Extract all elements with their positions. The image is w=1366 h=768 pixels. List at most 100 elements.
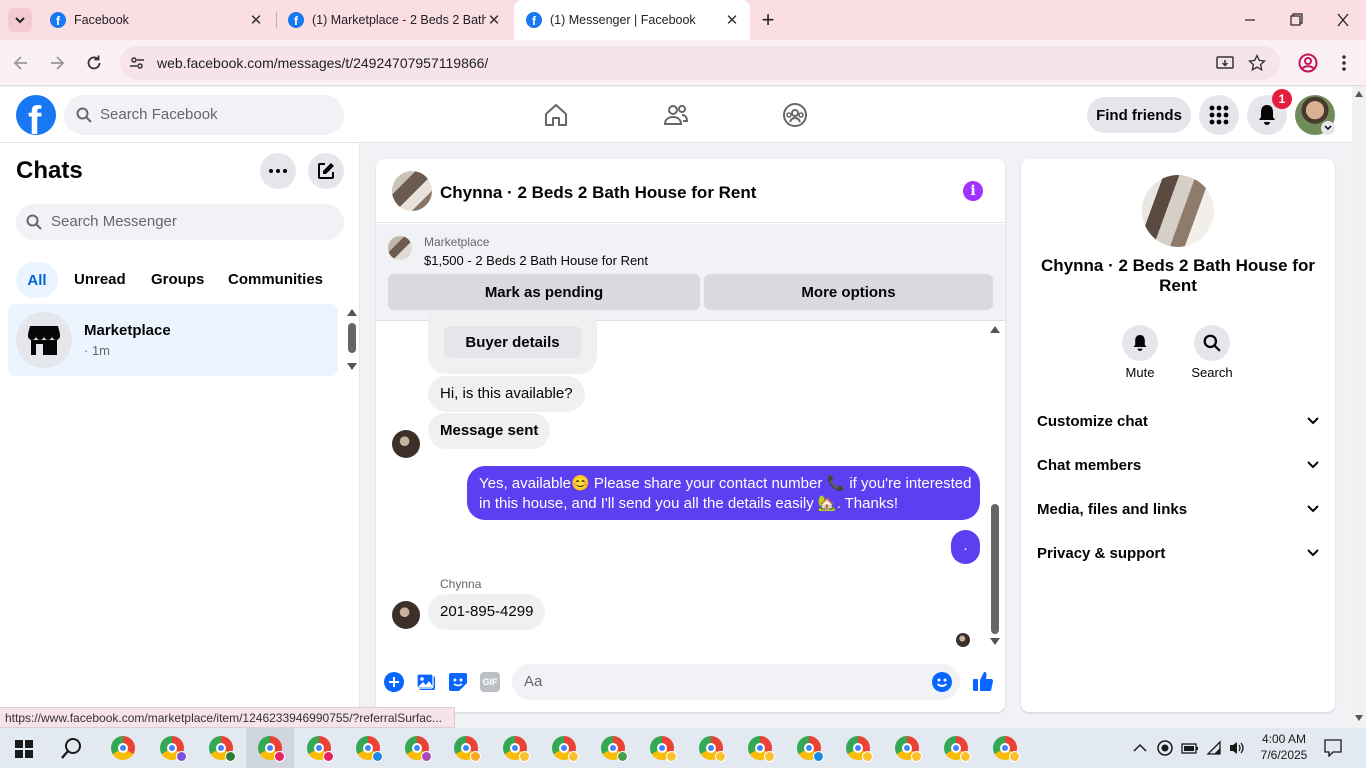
filter-communities[interactable]: Communities <box>228 271 323 288</box>
chrome-profile-icon[interactable] <box>503 736 530 762</box>
chrome-profile-icon[interactable] <box>895 736 922 762</box>
chrome-profile-icon[interactable] <box>699 736 726 762</box>
chrome-profile-icon[interactable] <box>307 736 334 762</box>
filter-all[interactable]: All <box>16 262 58 298</box>
install-app-icon[interactable] <box>1216 54 1234 72</box>
menu-button[interactable] <box>1199 95 1239 135</box>
more-options-button[interactable]: More options <box>704 274 993 310</box>
chrome-profile-icon[interactable] <box>797 736 824 762</box>
messages-scroll-down-icon[interactable] <box>990 638 1000 645</box>
conversation-avatar[interactable] <box>392 171 432 211</box>
buyer-details-button[interactable]: Buyer details <box>444 326 581 358</box>
filter-groups[interactable]: Groups <box>151 271 204 288</box>
chat-list-scroll-up-icon[interactable] <box>347 309 357 316</box>
chrome-profile-icon[interactable] <box>552 736 579 762</box>
search-conversation-button[interactable] <box>1194 325 1230 361</box>
chrome-profile-icon[interactable] <box>748 736 775 762</box>
info-icon[interactable]: i <box>963 181 983 201</box>
battery-icon[interactable] <box>1181 741 1199 755</box>
chrome-profile-icon[interactable] <box>650 736 677 762</box>
windows-start-icon[interactable] <box>15 740 33 758</box>
home-icon[interactable] <box>543 103 569 127</box>
clock[interactable]: 4:00 AM 7/6/2025 <box>1254 731 1314 763</box>
new-message-button[interactable] <box>308 153 344 189</box>
restore-window-icon[interactable] <box>1286 12 1306 28</box>
contact-name: Chynna · 2 Beds 2 Bath House for Rent <box>1021 256 1335 296</box>
close-tab-icon[interactable]: ✕ <box>486 12 502 29</box>
minimize-window-icon[interactable] <box>1240 12 1260 28</box>
chat-list-item-marketplace[interactable]: Marketplace · 1m <box>8 304 338 376</box>
search-messenger-input[interactable]: Search Messenger <box>16 204 344 240</box>
record-icon[interactable] <box>1157 740 1173 756</box>
reload-icon[interactable] <box>85 54 103 72</box>
facebook-logo-icon[interactable]: f <box>16 95 56 135</box>
find-friends-button[interactable]: Find friends <box>1087 97 1191 133</box>
account-chevron-icon[interactable] <box>1321 121 1335 135</box>
mark-as-pending-button[interactable]: Mark as pending <box>388 274 700 310</box>
chrome-profile-icon[interactable] <box>405 736 432 762</box>
tab-search-button[interactable] <box>8 8 32 32</box>
listing-thumbnail[interactable] <box>388 236 412 260</box>
forward-arrow-icon[interactable] <box>48 54 66 72</box>
new-tab-button[interactable]: + <box>756 7 780 32</box>
sender-avatar[interactable] <box>392 430 420 458</box>
bookmark-star-icon[interactable] <box>1248 54 1266 72</box>
messages-scroll-up-icon[interactable] <box>990 326 1000 333</box>
incoming-message: Message sent <box>428 413 551 449</box>
chats-options-button[interactable] <box>260 153 296 189</box>
message-input[interactable]: Aa <box>512 664 960 700</box>
outgoing-message: . <box>951 530 980 564</box>
emoji-icon[interactable] <box>932 672 952 692</box>
media-files-links-section[interactable]: Media, files and links <box>1037 497 1319 521</box>
chat-name: Marketplace <box>84 322 171 339</box>
profile-icon[interactable] <box>1298 53 1318 73</box>
page-scrollbar[interactable] <box>1352 87 1366 728</box>
photo-icon[interactable] <box>416 672 436 692</box>
messages-scrollbar-thumb[interactable] <box>991 504 999 634</box>
mute-button[interactable] <box>1122 325 1158 361</box>
chrome-profile-icon[interactable] <box>356 736 383 762</box>
site-settings-icon[interactable] <box>129 55 145 71</box>
tab-facebook[interactable]: f Facebook ✕ <box>38 0 274 40</box>
volume-icon[interactable] <box>1228 740 1246 756</box>
browser-menu-icon[interactable] <box>1338 53 1350 73</box>
customize-chat-section[interactable]: Customize chat <box>1037 409 1319 433</box>
thumbs-up-icon[interactable] <box>972 670 994 692</box>
chrome-profile-icon[interactable] <box>160 736 187 762</box>
notification-center-icon[interactable] <box>1324 739 1342 757</box>
chrome-profile-icon[interactable] <box>944 736 971 762</box>
chrome-profile-icon[interactable] <box>209 736 236 762</box>
wifi-icon[interactable] <box>1206 740 1222 756</box>
chrome-profile-icon[interactable] <box>993 736 1020 762</box>
contact-avatar[interactable] <box>1142 175 1214 247</box>
chrome-profile-icon[interactable] <box>601 736 628 762</box>
show-hidden-icons-chevron-icon[interactable] <box>1133 743 1147 752</box>
close-window-icon[interactable] <box>1333 12 1353 28</box>
close-tab-icon[interactable]: ✕ <box>724 12 740 29</box>
filter-unread[interactable]: Unread <box>74 271 126 288</box>
chat-list-scroll-down-icon[interactable] <box>347 363 357 370</box>
gif-icon[interactable]: GIF <box>480 672 500 692</box>
chrome-profile-icon[interactable] <box>258 736 285 762</box>
search-facebook-input[interactable]: Search Facebook <box>64 95 344 135</box>
chat-list-scrollbar-thumb[interactable] <box>348 323 356 353</box>
close-tab-icon[interactable]: ✕ <box>248 12 264 29</box>
groups-icon[interactable] <box>782 102 808 128</box>
listing-title[interactable]: $1,500 - 2 Beds 2 Bath House for Rent <box>424 253 648 268</box>
chrome-profile-icon[interactable] <box>454 736 481 762</box>
address-bar[interactable]: web.facebook.com/messages/t/249247079571… <box>120 46 1280 80</box>
chrome-profile-icon[interactable] <box>846 736 873 762</box>
plus-circle-icon[interactable] <box>384 672 404 692</box>
tab-messenger[interactable]: f (1) Messenger | Facebook ✕ <box>514 0 750 40</box>
chrome-icon[interactable] <box>111 736 135 760</box>
sender-avatar[interactable] <box>392 601 420 629</box>
friends-icon[interactable] <box>663 103 689 127</box>
sticker-icon[interactable] <box>448 672 468 692</box>
outgoing-message-line: Yes, available😊 Please share your contac… <box>479 475 972 492</box>
back-arrow-icon[interactable] <box>12 54 30 72</box>
privacy-support-section[interactable]: Privacy & support <box>1037 541 1319 565</box>
conversation-title[interactable]: Chynna · 2 Beds 2 Bath House for Rent <box>440 183 756 203</box>
tab-marketplace[interactable]: f (1) Marketplace - 2 Beds 2 Bath ✕ <box>276 0 512 40</box>
chat-members-section[interactable]: Chat members <box>1037 453 1319 477</box>
search-icon[interactable] <box>61 737 83 759</box>
